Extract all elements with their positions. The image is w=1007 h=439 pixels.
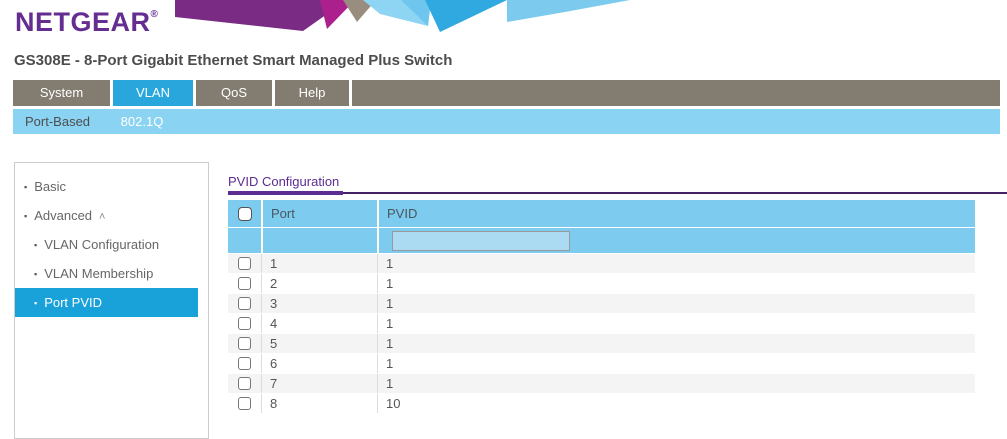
pvid-cell: 1 (377, 374, 975, 393)
pvid-cell: 1 (377, 294, 975, 313)
port-cell: 7 (261, 374, 377, 393)
table-row: 5 1 (228, 333, 975, 353)
page-title: PVID Configuration (228, 174, 339, 189)
sidebar-item-vlan-membership[interactable]: ▪ VLAN Membership (15, 259, 208, 288)
heading-underline (228, 191, 343, 195)
table-row: 1 1 (228, 253, 975, 273)
row-checkbox[interactable] (238, 317, 251, 330)
product-title: GS308E - 8-Port Gigabit Ethernet Smart M… (14, 52, 452, 69)
row-checkbox[interactable] (238, 337, 251, 350)
main-nav: System VLAN QoS Help (13, 80, 1000, 106)
table-row: 8 10 (228, 393, 975, 413)
port-cell: 1 (261, 254, 377, 273)
port-cell: 6 (261, 354, 377, 373)
subnav-item-port-based[interactable]: Port-Based (25, 109, 90, 134)
sidebar-item-label: VLAN Membership (44, 266, 153, 281)
pvid-cell: 1 (377, 354, 975, 373)
row-checkbox[interactable] (238, 377, 251, 390)
sidebar-item-vlan-configuration[interactable]: ▪ VLAN Configuration (15, 230, 208, 259)
sidebar-item-label: Basic (34, 179, 66, 194)
table-row: 4 1 (228, 313, 975, 333)
netgear-logo: NETGEAR® (15, 7, 158, 38)
table-row: 2 1 (228, 273, 975, 293)
pvid-cell: 1 (377, 314, 975, 333)
sidebar-item-label: Port PVID (44, 295, 102, 310)
pvid-cell: 10 (377, 394, 975, 413)
table-row: 3 1 (228, 293, 975, 313)
table-body: 1 1 2 1 3 1 4 1 5 1 6 1 7 (228, 253, 975, 413)
pvid-cell: 1 (377, 254, 975, 273)
port-cell: 4 (261, 314, 377, 333)
select-all-checkbox[interactable] (238, 207, 252, 221)
sidebar: ▪ Basic ▪ Advanced ˄ ▪ VLAN Configuration ▪ V… (14, 162, 209, 439)
bullet-icon: ▪ (24, 182, 27, 192)
sidebar-item-advanced[interactable]: ▪ Advanced ˄ (15, 201, 208, 230)
table-row: 6 1 (228, 353, 975, 373)
nav-tab-help[interactable]: Help (275, 80, 349, 106)
column-header-port: Port (261, 200, 377, 227)
bullet-icon: ▪ (34, 240, 37, 250)
sidebar-item-label: Advanced (34, 208, 92, 223)
nav-tab-system[interactable]: System (13, 80, 110, 106)
registered-trademark: ® (151, 9, 159, 20)
port-cell: 8 (261, 394, 377, 413)
table-row: 7 1 (228, 373, 975, 393)
nav-tab-qos[interactable]: QoS (196, 80, 272, 106)
pvid-cell: 1 (377, 334, 975, 353)
port-cell: 3 (261, 294, 377, 313)
pvid-edit-row (228, 227, 975, 253)
column-header-pvid: PVID (377, 200, 975, 227)
nav-filler (352, 80, 1000, 106)
vlan-subnav: Port-Based 802.1Q (13, 109, 1000, 134)
port-cell: 2 (261, 274, 377, 293)
sidebar-item-label: VLAN Configuration (44, 237, 159, 252)
row-checkbox[interactable] (238, 297, 251, 310)
pvid-table: Port PVID 1 1 2 1 3 1 4 1 (228, 200, 975, 413)
bullet-icon: ▪ (34, 298, 37, 308)
subnav-item-8021q[interactable]: 802.1Q (121, 109, 164, 134)
row-checkbox[interactable] (238, 397, 251, 410)
edit-row-pvid-cell (377, 228, 975, 253)
pvid-cell: 1 (377, 274, 975, 293)
edit-row-port-cell (261, 228, 377, 253)
sidebar-item-basic[interactable]: ▪ Basic (15, 172, 208, 201)
row-checkbox[interactable] (238, 357, 251, 370)
row-checkbox[interactable] (238, 257, 251, 270)
heading-divider (228, 192, 1007, 194)
nav-tab-vlan[interactable]: VLAN (113, 80, 193, 106)
sidebar-item-port-pvid[interactable]: ▪ Port PVID (15, 288, 198, 317)
bullet-icon: ▪ (24, 211, 27, 221)
table-header-row: Port PVID (228, 200, 975, 227)
row-checkbox[interactable] (238, 277, 251, 290)
port-cell: 5 (261, 334, 377, 353)
pvid-input[interactable] (392, 231, 570, 251)
bullet-icon: ▪ (34, 269, 37, 279)
header-banner-graphic (175, 0, 645, 32)
collapse-caret-icon: ˄ (99, 211, 105, 223)
